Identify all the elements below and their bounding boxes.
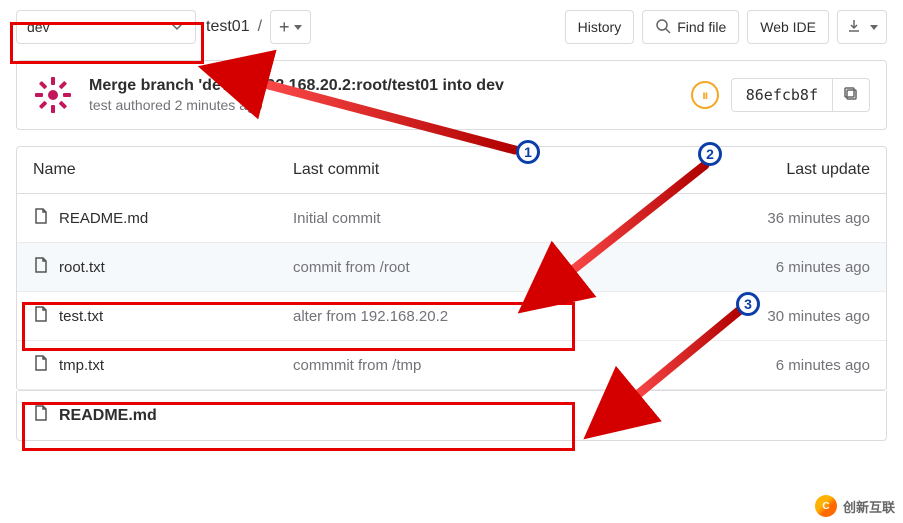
file-commit-msg[interactable]: alter from 192.168.20.2 bbox=[293, 308, 690, 325]
file-commit-msg[interactable]: Initial commit bbox=[293, 210, 690, 227]
download-icon bbox=[846, 18, 862, 37]
file-name: tmp.txt bbox=[59, 357, 104, 374]
copy-sha-button[interactable] bbox=[833, 78, 870, 112]
file-commit-msg[interactable]: commit from /root bbox=[293, 259, 690, 276]
file-icon bbox=[33, 208, 49, 228]
add-dropdown[interactable]: + bbox=[270, 10, 311, 44]
file-name: root.txt bbox=[59, 259, 105, 276]
history-button[interactable]: History bbox=[565, 10, 635, 44]
branch-name: dev bbox=[27, 19, 50, 35]
file-tree: Name Last commit Last update README.md I… bbox=[16, 146, 887, 391]
readme-header: README.md bbox=[16, 391, 887, 441]
file-icon bbox=[33, 306, 49, 326]
file-updated: 30 minutes ago bbox=[690, 308, 870, 325]
table-row[interactable]: root.txt commit from /root 6 minutes ago bbox=[17, 243, 886, 292]
avatar[interactable] bbox=[33, 75, 73, 115]
file-name: README.md bbox=[59, 210, 148, 227]
chevron-down-icon bbox=[870, 25, 878, 30]
col-name: Name bbox=[33, 161, 293, 179]
plus-icon: + bbox=[279, 17, 290, 38]
watermark-logo-icon: C bbox=[815, 495, 837, 517]
find-file-button[interactable]: Find file bbox=[642, 10, 739, 44]
breadcrumb-repo[interactable]: test01 bbox=[206, 18, 250, 36]
chevron-down-icon bbox=[294, 25, 302, 30]
copy-icon bbox=[843, 86, 859, 105]
commit-meta: test authored 2 minutes ago bbox=[89, 97, 504, 113]
download-dropdown[interactable] bbox=[837, 10, 887, 44]
commit-title[interactable]: Merge branch 'dev' of 192.168.20.2:root/… bbox=[89, 77, 504, 95]
table-row[interactable]: README.md Initial commit 36 minutes ago bbox=[17, 194, 886, 243]
commit-sha[interactable]: 86efcb8f bbox=[731, 78, 833, 112]
breadcrumb-sep: / bbox=[258, 18, 262, 36]
latest-commit-panel: Merge branch 'dev' of 192.168.20.2:root/… bbox=[16, 60, 887, 130]
col-last-commit: Last commit bbox=[293, 161, 690, 179]
table-row[interactable]: test.txt alter from 192.168.20.2 30 minu… bbox=[17, 292, 886, 341]
file-name: test.txt bbox=[59, 308, 103, 325]
watermark: C 创新互联 bbox=[815, 495, 895, 517]
readme-title: README.md bbox=[59, 407, 157, 425]
file-icon bbox=[33, 355, 49, 375]
breadcrumb: test01 / + bbox=[206, 10, 311, 44]
col-last-update: Last update bbox=[690, 161, 870, 179]
table-row[interactable]: tmp.txt commmit from /tmp 6 minutes ago bbox=[17, 341, 886, 390]
file-commit-msg[interactable]: commmit from /tmp bbox=[293, 357, 690, 374]
file-updated: 6 minutes ago bbox=[690, 357, 870, 374]
file-updated: 36 minutes ago bbox=[690, 210, 870, 227]
file-icon bbox=[33, 257, 49, 277]
chevron-down-icon bbox=[169, 18, 185, 37]
search-icon bbox=[655, 18, 671, 37]
file-icon bbox=[33, 405, 49, 426]
web-ide-button[interactable]: Web IDE bbox=[747, 10, 829, 44]
file-updated: 6 minutes ago bbox=[690, 259, 870, 276]
pipeline-status-pending-icon[interactable]: ıı bbox=[691, 81, 719, 109]
branch-selector[interactable]: dev bbox=[16, 10, 196, 44]
